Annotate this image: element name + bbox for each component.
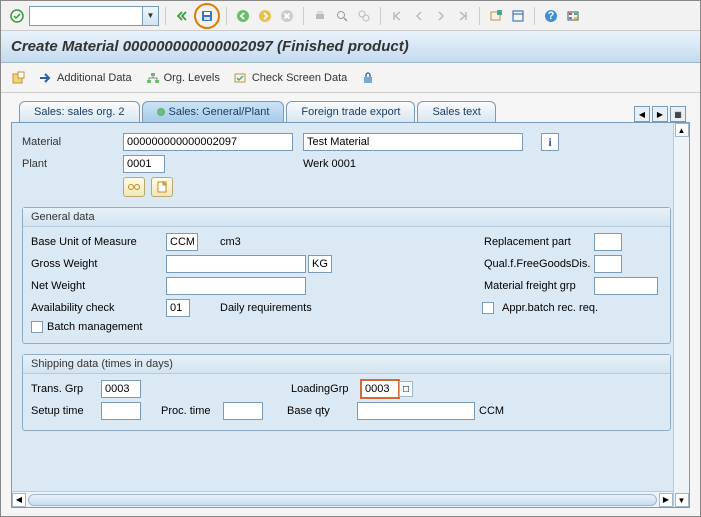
page-title: Create Material 000000000000002097 (Fini… xyxy=(11,38,409,55)
proc-time-field[interactable] xyxy=(223,402,263,420)
tab-scroll-right[interactable]: ▶ xyxy=(652,106,668,122)
tab-scroll-left[interactable]: ◀ xyxy=(634,106,650,122)
loading-grp-f4-icon[interactable]: ☐ xyxy=(399,381,413,397)
base-qty-field[interactable] xyxy=(357,402,475,420)
general-data-title: General data xyxy=(23,208,670,227)
scroll-down-icon[interactable]: ▼ xyxy=(675,493,689,507)
horizontal-scrollbar[interactable]: ◀ ▶ xyxy=(12,491,673,507)
document-button[interactable] xyxy=(151,177,173,197)
first-page-icon xyxy=(387,6,407,26)
gui-options-icon[interactable] xyxy=(563,6,583,26)
save-button-highlight xyxy=(194,3,220,29)
tab-list-button[interactable]: ▦ xyxy=(670,106,686,122)
scroll-left-icon[interactable]: ◀ xyxy=(12,493,26,507)
active-dot-icon xyxy=(157,108,165,116)
trans-grp-field[interactable] xyxy=(101,380,141,398)
info-icon[interactable]: i xyxy=(541,133,559,151)
proc-time-label: Proc. time xyxy=(161,405,223,417)
mfg-field[interactable] xyxy=(594,277,658,295)
scroll-right-icon[interactable]: ▶ xyxy=(659,493,673,507)
label: Additional Data xyxy=(57,72,132,84)
appr-batch-label: Appr.batch rec. req. xyxy=(502,302,598,314)
app-window: ▼ ? Create Material 000000000000002097 (… xyxy=(0,0,701,517)
mfg-label: Material freight grp xyxy=(484,280,594,292)
gross-unit-field[interactable] xyxy=(308,255,332,273)
scroll-up-icon[interactable]: ▲ xyxy=(675,123,689,137)
transaction-combo[interactable]: ▼ xyxy=(29,6,159,26)
avail-text: Daily requirements xyxy=(220,302,312,314)
plant-label: Plant xyxy=(22,158,117,170)
shipping-data-group: Shipping data (times in days) Trans. Grp… xyxy=(22,354,671,431)
tab-strip: Sales: sales org. 2 Sales: General/Plant… xyxy=(1,93,700,122)
batch-mgmt-checkbox[interactable] xyxy=(31,321,43,333)
org-levels-button[interactable]: Org. Levels xyxy=(146,72,220,84)
trans-grp-label: Trans. Grp xyxy=(31,383,101,395)
tab-sales-general-plant[interactable]: Sales: General/Plant xyxy=(142,101,285,122)
plant-field[interactable] xyxy=(123,155,165,173)
tab-foreign-trade[interactable]: Foreign trade export xyxy=(286,101,415,122)
plant-name-text: Werk 0001 xyxy=(303,158,356,170)
material-desc-field[interactable] xyxy=(303,133,523,151)
avail-field[interactable] xyxy=(166,299,190,317)
qual-field[interactable] xyxy=(594,255,622,273)
appr-batch-checkbox[interactable] xyxy=(482,302,494,314)
accept-icon[interactable] xyxy=(7,6,27,26)
lock-icon[interactable] xyxy=(361,71,375,85)
separator xyxy=(165,7,166,25)
general-data-group: General data Base Unit of Measure cm3 Re… xyxy=(22,207,671,344)
tab-sales-org-2[interactable]: Sales: sales org. 2 xyxy=(19,101,140,122)
exit-icon[interactable] xyxy=(255,6,275,26)
title-bar: Create Material 000000000000002097 (Fini… xyxy=(1,31,700,63)
additional-data-button[interactable]: Additional Data xyxy=(39,72,132,84)
scroll-thumb[interactable] xyxy=(28,494,657,506)
base-qty-unit: CCM xyxy=(479,405,504,417)
tab-content: Material i Plant Werk 0001 General data xyxy=(11,122,690,508)
vertical-scrollbar[interactable]: ▲ ▼ xyxy=(673,123,689,507)
back-double-icon[interactable] xyxy=(172,6,192,26)
net-label: Net Weight xyxy=(31,280,166,292)
buom-field[interactable] xyxy=(166,233,198,251)
shipping-title: Shipping data (times in days) xyxy=(23,355,670,374)
setup-time-field[interactable] xyxy=(101,402,141,420)
replacement-label: Replacement part xyxy=(484,236,594,248)
avail-label: Availability check xyxy=(31,302,166,314)
display-chain-button[interactable] xyxy=(123,177,145,197)
find-icon[interactable] xyxy=(332,6,352,26)
gross-label: Gross Weight xyxy=(31,258,166,270)
tab-sales-text[interactable]: Sales text xyxy=(417,101,495,122)
print-icon xyxy=(310,6,330,26)
find-next-icon xyxy=(354,6,374,26)
tab-nav: ◀ ▶ ▦ xyxy=(634,106,690,122)
material-field[interactable] xyxy=(123,133,293,151)
last-page-icon xyxy=(453,6,473,26)
buom-label: Base Unit of Measure xyxy=(31,236,166,248)
back-icon[interactable] xyxy=(233,6,253,26)
application-toolbar: Additional Data Org. Levels Check Screen… xyxy=(1,63,700,93)
net-weight-field[interactable] xyxy=(166,277,306,295)
buom-text: cm3 xyxy=(220,236,241,248)
svg-text:?: ? xyxy=(548,10,555,22)
loading-grp-field[interactable] xyxy=(361,380,399,398)
next-page-icon xyxy=(431,6,451,26)
help-icon[interactable]: ? xyxy=(541,6,561,26)
loading-grp-label: LoadingGrp xyxy=(291,383,361,395)
cancel-icon[interactable] xyxy=(277,6,297,26)
batch-mgmt-label: Batch management xyxy=(47,321,142,333)
label: Org. Levels xyxy=(164,72,220,84)
setup-time-label: Setup time xyxy=(31,405,101,417)
new-session-icon[interactable] xyxy=(486,6,506,26)
save-button[interactable] xyxy=(197,6,217,26)
qual-label: Qual.f.FreeGoodsDis. xyxy=(484,258,594,270)
material-label: Material xyxy=(22,136,117,148)
check-screen-button[interactable]: Check Screen Data xyxy=(234,72,347,84)
btn-back-small[interactable] xyxy=(11,71,25,85)
layout-icon[interactable] xyxy=(508,6,528,26)
gross-weight-field[interactable] xyxy=(166,255,306,273)
replacement-field[interactable] xyxy=(594,233,622,251)
system-toolbar: ▼ ? xyxy=(1,1,700,31)
label: Check Screen Data xyxy=(252,72,347,84)
base-qty-label: Base qty xyxy=(287,405,357,417)
prev-page-icon xyxy=(409,6,429,26)
